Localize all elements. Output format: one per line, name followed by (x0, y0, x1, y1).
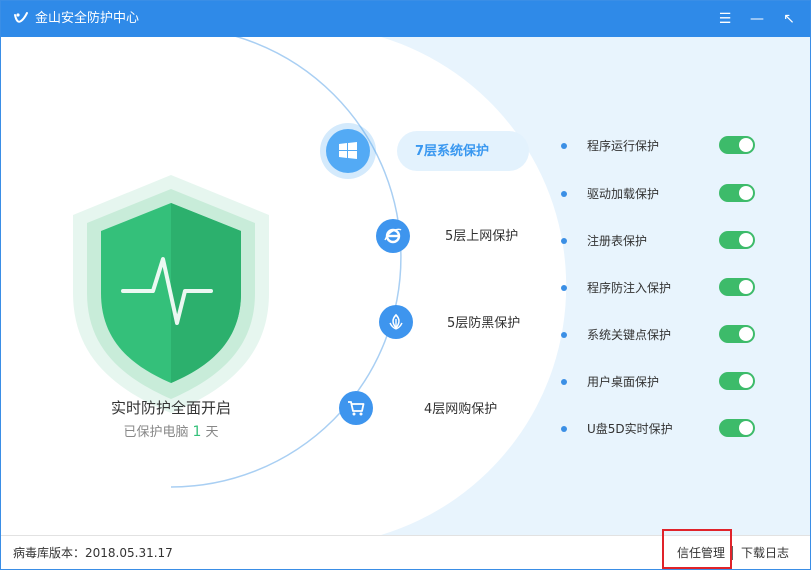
bullet-icon (561, 143, 567, 149)
protection-item: 用户桌面保护 (561, 372, 761, 392)
title-bar[interactable]: 金山安全防护中心 ☰ — ↖ (1, 1, 810, 37)
protection-item: 系统关键点保护 (561, 325, 761, 345)
layer-node-web[interactable] (376, 219, 410, 253)
trust-management-highlight-box (662, 529, 732, 569)
kingsoft-logo-icon (14, 12, 28, 23)
bullet-icon (561, 191, 567, 197)
main-panel: 实时防护全面开启 已保护电脑 1 天 7层系统保护 5层上网保护 5层防黑保护 … (1, 37, 810, 535)
protected-days-text: 已保护电脑 1 天 (61, 421, 281, 440)
link-separator (732, 546, 733, 560)
bullet-icon (561, 285, 567, 291)
protection-toggle[interactable] (719, 136, 755, 154)
protection-label: 程序防注入保护 (587, 281, 672, 295)
toggle-knob (739, 280, 753, 294)
protection-item: 程序运行保护 (561, 136, 761, 156)
protection-item: U盘5D实时保护 (561, 419, 761, 439)
bullet-icon (561, 379, 567, 385)
protection-toggle[interactable] (719, 419, 755, 437)
bullet-icon (561, 238, 567, 244)
protection-toggle[interactable] (719, 184, 755, 202)
toggle-knob (739, 186, 753, 200)
protection-item: 驱动加载保护 (561, 184, 761, 204)
protection-status-title: 实时防护全面开启 (110, 399, 231, 417)
protection-label: U盘5D实时保护 (587, 422, 673, 436)
protection-toggle[interactable] (719, 325, 755, 343)
layer-label-shopping[interactable]: 4层网购保护 (424, 401, 497, 419)
bullet-icon (561, 332, 567, 338)
protection-label: 程序运行保护 (587, 139, 660, 153)
shield-icon (73, 175, 269, 413)
protection-label: 驱动加载保护 (587, 187, 660, 201)
protected-prefix: 已保护电脑 (123, 425, 189, 440)
app-window: 金山安全防护中心 ☰ — ↖ 实时防护全面开启 已保护电脑 1 天 7层系统保护… (0, 0, 811, 570)
protected-suffix: 天 (205, 425, 219, 440)
shopping-cart-icon (348, 401, 365, 416)
minimize-icon[interactable]: — (747, 9, 767, 29)
windows-icon (339, 142, 357, 159)
layer-label-system[interactable]: 7层系统保护 (415, 143, 489, 161)
layer-node-antihack[interactable] (379, 305, 413, 339)
protected-days-count: 1 (192, 424, 202, 440)
download-log-link[interactable]: 下载日志 (741, 544, 789, 561)
leaf-icon (389, 313, 403, 330)
toggle-knob (739, 138, 753, 152)
toggle-knob (739, 421, 753, 435)
protection-toggle[interactable] (719, 278, 755, 296)
virus-db-version: 病毒库版本：2018.05.31.17 (13, 546, 173, 560)
layer-label-web[interactable]: 5层上网保护 (445, 228, 518, 246)
window-title: 金山安全防护中心 (35, 11, 140, 26)
toggle-knob (739, 327, 753, 341)
protection-label: 系统关键点保护 (587, 328, 672, 342)
layer-node-system[interactable] (326, 129, 370, 173)
protection-label: 用户桌面保护 (587, 375, 660, 389)
layer-node-shopping[interactable] (339, 391, 373, 425)
toggle-knob (739, 374, 753, 388)
protection-toggle[interactable] (719, 372, 755, 390)
layer-label-antihack[interactable]: 5层防黑保护 (447, 315, 520, 333)
protection-toggle[interactable] (719, 231, 755, 249)
toggle-knob (739, 233, 753, 247)
protection-label: 注册表保护 (587, 234, 648, 248)
menu-icon[interactable]: ☰ (715, 9, 735, 29)
bullet-icon (561, 426, 567, 432)
ie-browser-icon (384, 228, 402, 244)
protection-item: 注册表保护 (561, 231, 761, 251)
close-icon[interactable]: ↖ (779, 9, 799, 29)
protection-item: 程序防注入保护 (561, 278, 761, 298)
